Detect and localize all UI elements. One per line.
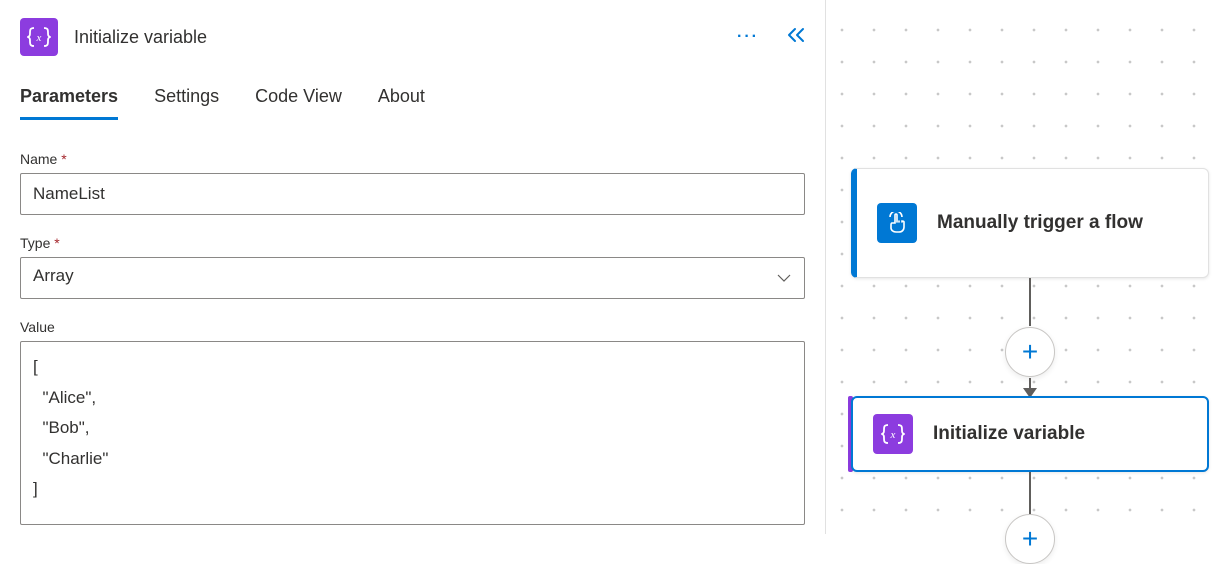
value-textarea[interactable]	[20, 341, 805, 525]
connector-line	[1029, 472, 1031, 514]
type-select-wrapper: Array	[20, 257, 805, 299]
name-input[interactable]	[20, 173, 805, 215]
tab-about[interactable]: About	[378, 86, 425, 120]
name-label: Name *	[20, 151, 805, 167]
add-step-button[interactable]: +	[1005, 327, 1055, 377]
type-label: Type *	[20, 235, 805, 251]
flow-container: Manually trigger a flow + x Initialize v…	[826, 20, 1215, 534]
svg-text:x: x	[890, 429, 896, 441]
trigger-title: Manually trigger a flow	[937, 211, 1143, 236]
panel-header-left: x Initialize variable	[20, 18, 207, 56]
more-actions-icon[interactable]: ···	[737, 28, 759, 46]
tab-code-view[interactable]: Code View	[255, 86, 342, 120]
add-step-button[interactable]: +	[1005, 514, 1055, 564]
flow-canvas[interactable]: Manually trigger a flow + x Initialize v…	[826, 0, 1215, 534]
flow-action-card[interactable]: x Initialize variable	[851, 396, 1209, 472]
variable-brackets-icon: x	[20, 18, 58, 56]
panel-header: x Initialize variable ···	[20, 10, 805, 86]
tab-settings[interactable]: Settings	[154, 86, 219, 120]
action-title: Initialize variable	[933, 422, 1085, 447]
tab-bar: Parameters Settings Code View About	[20, 86, 805, 121]
form-group-name: Name *	[20, 151, 805, 215]
panel-header-right: ···	[737, 27, 805, 48]
type-select[interactable]: Array	[20, 257, 805, 299]
form-group-type: Type * Array	[20, 235, 805, 299]
manual-trigger-icon	[877, 203, 917, 243]
collapse-panel-icon[interactable]	[787, 27, 805, 48]
properties-panel: x Initialize variable ··· Parameters Set…	[0, 0, 826, 534]
variable-brackets-icon: x	[873, 414, 913, 454]
value-label: Value	[20, 319, 805, 335]
connector-line	[1029, 278, 1031, 326]
flow-trigger-card[interactable]: Manually trigger a flow	[851, 168, 1209, 278]
tab-parameters[interactable]: Parameters	[20, 86, 118, 120]
panel-title: Initialize variable	[74, 27, 207, 48]
svg-text:x: x	[36, 32, 42, 44]
form-group-value: Value	[20, 319, 805, 530]
